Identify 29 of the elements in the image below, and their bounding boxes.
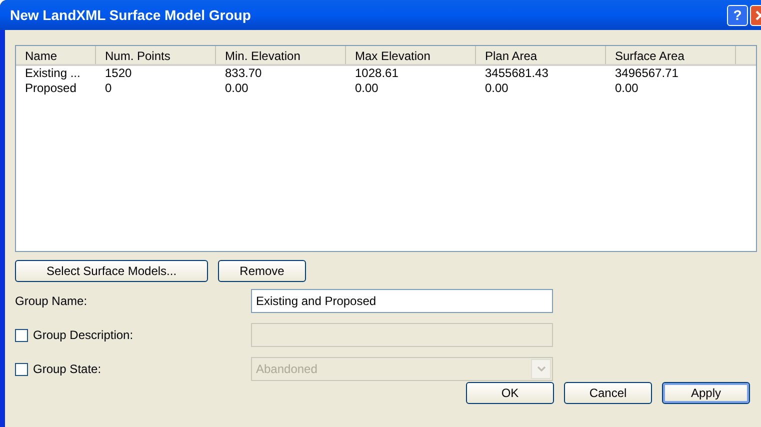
table-cell-text: 0 (104, 81, 113, 96)
table-cell-text: 0.00 (484, 81, 510, 96)
cancel-button[interactable]: Cancel (564, 382, 652, 404)
table-cell-text: 0.00 (354, 81, 380, 96)
column-header[interactable]: Max Elevation (346, 46, 476, 64)
field-label: Group State: (33, 361, 102, 378)
table-cell-text: 0.00 (614, 81, 640, 96)
table-cell-text: Existing ... (24, 66, 82, 81)
table-cell-text: 0.00 (224, 81, 250, 96)
column-header[interactable]: Surface Area (606, 46, 736, 64)
table-cell-text: 1028.61 (354, 66, 400, 81)
remove-button[interactable]: Remove (218, 260, 306, 282)
table-cell-text: 1520 (104, 66, 133, 81)
column-header[interactable]: Name (16, 46, 96, 64)
column-header[interactable]: Plan Area (476, 46, 606, 64)
apply-button[interactable]: Apply (662, 382, 750, 404)
table-cell-text: 3496567.71 (614, 66, 680, 81)
field-label: Group Description: (33, 327, 134, 344)
column-header[interactable]: Min. Elevation (216, 46, 346, 64)
ok-button[interactable]: OK (466, 382, 554, 404)
input-field[interactable]: Existing and Proposed (251, 289, 553, 313)
table-cell-text: 833.70 (224, 66, 263, 81)
select-models-button[interactable]: Select Surface Models... (15, 260, 208, 282)
table-cell-text: 3455681.43 (484, 66, 550, 81)
field-label: Group Name: (15, 293, 88, 310)
table-cell-text: Proposed (24, 81, 78, 96)
window-title: New LandXML Surface Model Group (10, 6, 252, 25)
help-button[interactable]: ? (727, 4, 748, 26)
column-header[interactable]: Num. Points (96, 46, 216, 64)
